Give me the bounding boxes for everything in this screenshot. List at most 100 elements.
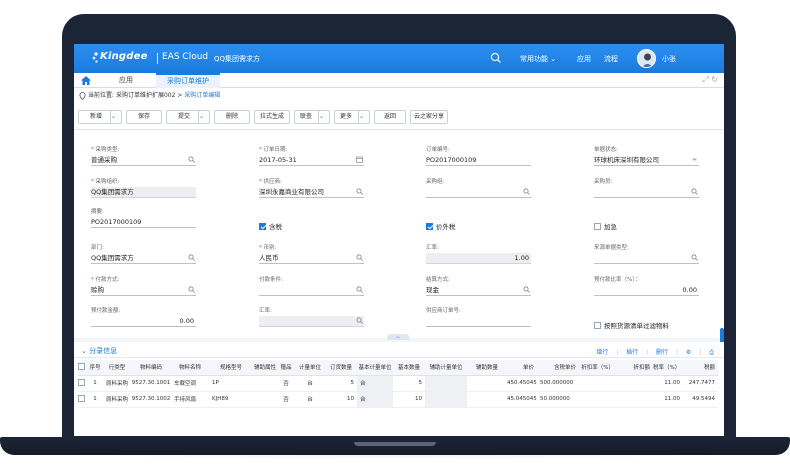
more-button[interactable]: 更多 ⌄ (334, 110, 370, 124)
table-cell[interactable] (253, 375, 277, 392)
refresh-icon[interactable]: ↻ (711, 75, 718, 84)
tab-purchase-order[interactable]: 采购订单维护 (156, 73, 220, 88)
table-cell[interactable]: 台 (357, 375, 393, 392)
table-row[interactable]: 1 原料采购 9527.30.1001 车载空调 1P 否 台 5 台 5 45… (78, 375, 718, 392)
tax-included-checkbox[interactable]: 含税 (259, 221, 282, 231)
table-cell[interactable]: 11.00 (653, 391, 683, 408)
search-icon[interactable] (356, 286, 363, 293)
table-cell[interactable]: 1 (87, 391, 103, 408)
payment-method-input[interactable]: 赊购 (91, 285, 196, 296)
search-icon[interactable] (356, 317, 363, 324)
pull-generate-button[interactable]: 拉式生成 (254, 110, 290, 124)
column-header[interactable]: 辅助数量 (467, 360, 507, 376)
delete-row-button[interactable]: 删行 (656, 349, 668, 356)
table-cell[interactable]: 11.00 (653, 375, 683, 392)
entry-title[interactable]: ⌄ 分录信息 (81, 346, 117, 356)
table-cell[interactable]: KJH89 (209, 391, 253, 408)
table-cell[interactable]: 车载空调 (171, 375, 209, 392)
table-cell[interactable]: 50.000000 (537, 391, 579, 408)
table-cell[interactable]: 9527.30.1002 (131, 391, 171, 408)
column-header[interactable]: 税额 (683, 360, 718, 376)
select-all-checkbox[interactable] (78, 360, 87, 376)
org-name[interactable]: QQ集团需求方 (214, 54, 260, 64)
search-icon[interactable] (188, 286, 195, 293)
table-cell[interactable]: 否 (277, 375, 295, 392)
column-header[interactable]: 行类型 (103, 360, 131, 376)
supplier-input[interactable]: 深圳永嘉商业有限公司 (259, 187, 364, 198)
table-cell[interactable] (579, 391, 617, 408)
table-row[interactable]: 1 原料采购 9527.30.1002 手持风扇 KJH89 否 台 10 台 … (78, 391, 718, 408)
table-cell[interactable]: 49.5494 (683, 391, 718, 408)
column-header[interactable]: 订货数量 (325, 360, 357, 376)
search-icon[interactable] (490, 52, 502, 64)
purchase-group-input[interactable] (426, 187, 531, 198)
column-header[interactable]: 基本数量 (393, 360, 425, 376)
purchaser-input[interactable] (594, 187, 699, 198)
rate2-input[interactable] (259, 316, 364, 327)
filter-by-source-list-checkbox[interactable]: 按照货源清单过滤物料 (594, 320, 669, 330)
table-cell[interactable]: 247.7477 (683, 375, 718, 392)
settlement-input[interactable]: 现金 (426, 285, 531, 296)
calendar-icon[interactable] (356, 156, 363, 163)
chevron-down-icon[interactable]: ⌄ (358, 111, 369, 123)
back-button[interactable]: 返回 (374, 110, 406, 124)
breadcrumb-parent[interactable]: 采购订单维护扩展002 (116, 92, 175, 99)
table-cell[interactable]: 450.450450 (507, 375, 537, 392)
checkbox-unchecked-icon[interactable] (78, 363, 85, 371)
checkbox-unchecked-icon[interactable] (594, 322, 601, 329)
common-functions-link[interactable]: 常用功能 ⌄ (520, 54, 556, 64)
table-cell[interactable]: 原料采购 (103, 391, 131, 408)
row-checkbox[interactable] (78, 391, 87, 408)
tab-apps[interactable]: 应用 (98, 73, 154, 88)
table-cell[interactable]: 1P (209, 375, 253, 392)
column-header[interactable]: 物料名称 (171, 360, 209, 376)
order-date-input[interactable]: 2017-05-31 (259, 155, 364, 166)
table-cell[interactable]: 1 (87, 375, 103, 392)
linked-query-button[interactable]: 联查 ⌄ (294, 110, 330, 124)
chevron-down-icon[interactable]: ⌄ (318, 111, 329, 123)
delete-button[interactable]: 删除 (214, 110, 250, 124)
table-cell[interactable]: 台 (295, 375, 325, 392)
avatar[interactable] (637, 49, 656, 68)
new-button[interactable]: 新增 ⌄ (78, 110, 122, 124)
table-cell[interactable]: 5 (393, 375, 425, 392)
column-header[interactable]: 规格型号 (209, 360, 253, 376)
home-icon[interactable] (80, 75, 92, 86)
price-ex-tax-checkbox[interactable]: 价外税 (426, 221, 456, 231)
checkbox-unchecked-icon[interactable] (594, 223, 601, 230)
column-header[interactable]: 辅助计量单位 (425, 360, 467, 376)
table-cell[interactable] (425, 375, 467, 392)
column-header[interactable]: 物料编码 (131, 360, 171, 376)
table-cell[interactable]: 500.000000 (537, 375, 579, 392)
summary-input[interactable]: PO2017000109 (91, 217, 196, 228)
column-header[interactable]: 税率（%） (653, 360, 683, 376)
table-cell[interactable]: 10 (393, 391, 425, 408)
table-cell[interactable]: 原料采购 (103, 375, 131, 392)
table-cell[interactable] (467, 391, 507, 408)
checkbox-checked-icon[interactable] (426, 223, 433, 230)
chevron-down-icon[interactable]: ⌄ (198, 111, 209, 123)
source-type-input[interactable] (594, 253, 699, 264)
search-icon[interactable] (691, 188, 698, 195)
insert-row-button[interactable]: 插行 (626, 349, 638, 356)
supplier-order-no-input[interactable] (426, 316, 531, 327)
submit-button[interactable]: 提交 ⌄ (166, 110, 210, 124)
print-icon[interactable]: ⎙ (709, 349, 714, 356)
column-header[interactable]: 辅助属性 (253, 360, 277, 376)
chevron-down-icon[interactable]: ⌄ (110, 111, 121, 123)
urgent-checkbox[interactable]: 加急 (594, 221, 617, 231)
column-header[interactable]: 序号 (87, 360, 103, 376)
search-icon[interactable] (356, 254, 363, 261)
currency-input[interactable]: 人民币 (259, 253, 364, 264)
column-header[interactable]: 含税单价 (537, 360, 579, 376)
search-icon[interactable] (188, 156, 195, 163)
save-button[interactable]: 保存 (126, 110, 162, 124)
table-cell[interactable]: 手持风扇 (171, 391, 209, 408)
table-cell[interactable]: 5 (325, 375, 357, 392)
fullscreen-icon[interactable]: ⤢ (702, 75, 708, 84)
table-cell[interactable] (253, 391, 277, 408)
payment-terms-input[interactable] (259, 285, 364, 296)
bill-status-select[interactable]: 环球机床深圳有限公司 (594, 155, 699, 166)
search-icon[interactable] (691, 254, 698, 261)
table-cell[interactable]: 台 (295, 391, 325, 408)
